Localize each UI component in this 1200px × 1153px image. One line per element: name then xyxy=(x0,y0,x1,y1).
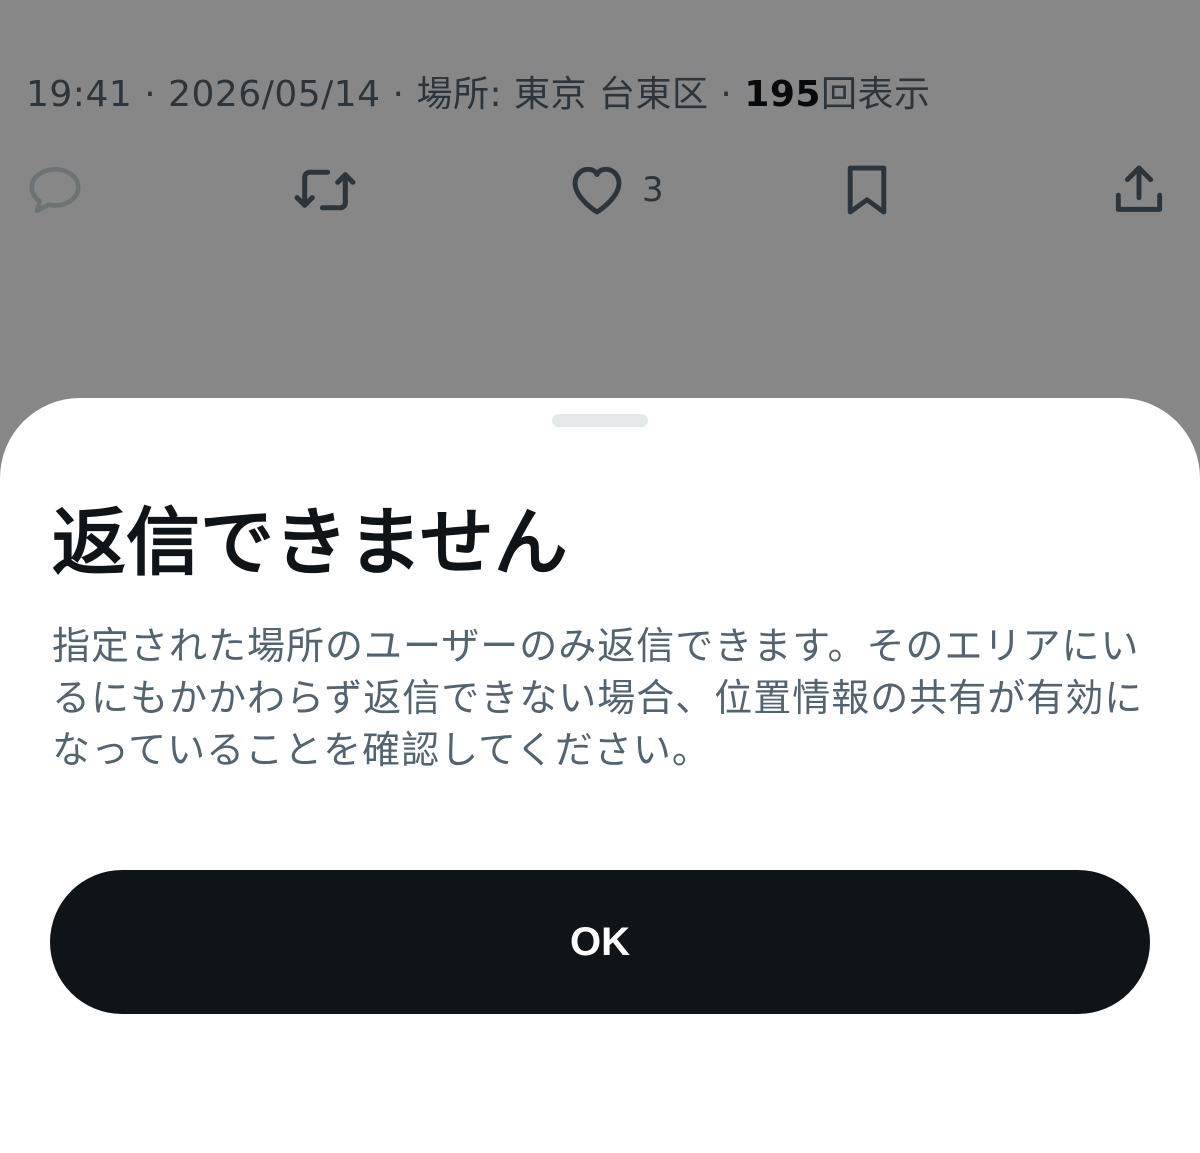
dialog-message: 指定された場所のユーザーのみ返信できます。そのエリアにいるにもかかわらず返信でき… xyxy=(52,624,1144,772)
dialog-title: 返信できません xyxy=(52,500,568,586)
bottom-sheet-dialog: 返信できません 指定された場所のユーザーのみ返信できます。そのエリアにいるにもか… xyxy=(0,398,1200,1153)
ok-button[interactable]: OK xyxy=(50,870,1150,1014)
sheet-drag-handle[interactable] xyxy=(552,414,648,427)
